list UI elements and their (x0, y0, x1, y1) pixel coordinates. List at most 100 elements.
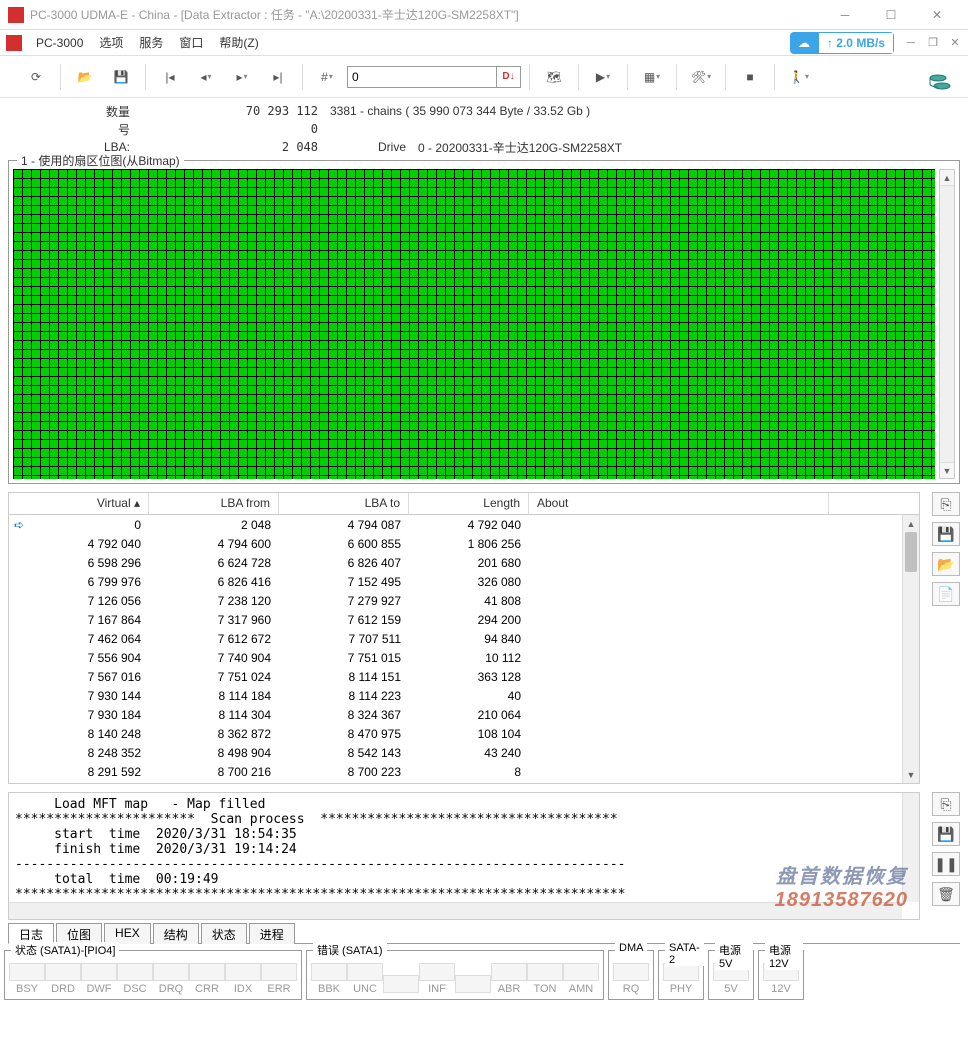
log-save-button[interactable]: 💾 (932, 822, 960, 846)
table-row[interactable]: 6 598 2966 624 7286 826 407201 680 (9, 553, 919, 572)
status-indicator (383, 975, 419, 995)
next-button[interactable]: ▸ (226, 61, 258, 93)
address-mode-button[interactable]: D↓ (497, 66, 521, 88)
table-row[interactable]: 7 930 1848 114 3048 324 367210 064 (9, 705, 919, 724)
address-input[interactable] (347, 66, 497, 88)
table-row[interactable]: 8 291 5928 700 2168 700 2238 (9, 762, 919, 781)
info-panel: 数量 70 293 112 3381 - chains ( 35 990 073… (0, 98, 968, 160)
log-trash-button[interactable]: 🗑 (932, 882, 960, 906)
table-cell: 4 794 600 (149, 537, 279, 551)
log-pause-button[interactable]: ❚❚ (932, 852, 960, 876)
maximize-button[interactable]: ☐ (868, 0, 914, 30)
status-group-title: 错误 (SATA1) (313, 942, 387, 958)
tools-button[interactable]: 🛠 (685, 61, 717, 93)
mdi-close-button[interactable]: ✕ (946, 34, 964, 52)
status-group-title: 电源 12V (765, 942, 803, 970)
bitmap-scrollbar[interactable]: ▲ ▼ (939, 169, 955, 479)
table-row[interactable]: 6 799 9766 826 4167 152 495326 080 (9, 572, 919, 591)
scroll-down-icon[interactable]: ▼ (903, 766, 919, 783)
mdi-restore-button[interactable]: ❐ (924, 34, 942, 52)
tab-1[interactable]: 位图 (56, 923, 102, 944)
tab-2[interactable]: HEX (104, 923, 151, 944)
grid-view-button[interactable]: ▦ (636, 61, 668, 93)
bitmap-grid[interactable] (13, 169, 935, 479)
column-header[interactable]: LBA to (279, 493, 409, 514)
status-indicator: CRR (189, 963, 225, 995)
first-button[interactable]: |◂ (154, 61, 186, 93)
column-header[interactable]: Virtual ▴ (9, 493, 149, 514)
tab-4[interactable]: 状态 (201, 923, 247, 944)
table-cell: 7 707 511 (279, 632, 409, 646)
save-button[interactable]: 💾 (105, 61, 137, 93)
table-row[interactable]: 8 140 2488 362 8728 470 975108 104 (9, 724, 919, 743)
table-row[interactable]: 8 248 3528 498 9048 542 14343 240 (9, 743, 919, 762)
tab-3[interactable]: 结构 (153, 923, 199, 944)
column-header[interactable]: Length (409, 493, 529, 514)
table-scrollbar[interactable]: ▲ ▼ (902, 515, 919, 783)
menu-window[interactable]: 窗口 (171, 30, 211, 55)
table-cell: 4 792 040 (409, 518, 529, 532)
table-row[interactable]: 7 567 0167 751 0248 114 151363 128 (9, 667, 919, 686)
table-cell: 1 806 256 (409, 537, 529, 551)
table-cell: 8 248 352 (29, 746, 149, 760)
chain-table: Virtual ▴LBA fromLBA toLengthAbout ➪02 0… (8, 492, 920, 784)
table-cell: 7 317 960 (149, 613, 279, 627)
table-cell: 8 542 143 (279, 746, 409, 760)
stop-button[interactable]: ■ (734, 61, 766, 93)
table-row[interactable]: 7 167 8647 317 9607 612 159294 200 (9, 610, 919, 629)
table-cell: 7 930 144 (29, 689, 149, 703)
table-row[interactable]: 7 126 0567 238 1207 279 92741 808 (9, 591, 919, 610)
open-button[interactable]: 📂 (69, 61, 101, 93)
log-copy-button[interactable]: ⎘ (932, 792, 960, 816)
last-button[interactable]: ▸| (262, 61, 294, 93)
table-cell: 8 324 367 (279, 708, 409, 722)
table-row[interactable]: 7 556 9047 740 9047 751 01510 112 (9, 648, 919, 667)
log-vscrollbar[interactable] (902, 793, 919, 902)
refresh-button[interactable]: ⟳ (20, 61, 52, 93)
status-indicator: ERR (261, 963, 297, 995)
status-indicator (455, 975, 491, 995)
log-hscrollbar[interactable] (9, 902, 902, 919)
table-cell: 7 930 184 (29, 708, 149, 722)
map-button[interactable]: 🗺 (538, 61, 570, 93)
scroll-down-icon[interactable]: ▼ (940, 462, 954, 478)
prev-button[interactable]: ◂ (190, 61, 222, 93)
table-open-button[interactable]: 📂 (932, 552, 960, 576)
tab-0[interactable]: 日志 (8, 923, 54, 944)
status-indicator: DRQ (153, 963, 189, 995)
table-cell: 41 808 (409, 594, 529, 608)
scroll-thumb[interactable] (905, 532, 917, 572)
minimize-button[interactable]: ─ (822, 0, 868, 30)
play-button[interactable]: ▶ (587, 61, 619, 93)
menu-app[interactable]: PC-3000 (28, 32, 91, 54)
table-row[interactable]: 7 930 1448 114 1848 114 22340 (9, 686, 919, 705)
disk-stack-icon[interactable] (924, 68, 956, 100)
num-label: 号 (60, 121, 130, 138)
close-button[interactable]: ✕ (914, 0, 960, 30)
table-cell: 0 (29, 518, 149, 532)
table-cell: 94 840 (409, 632, 529, 646)
table-save-button[interactable]: 💾 (932, 522, 960, 546)
table-cell: 8 291 592 (29, 765, 149, 779)
table-row[interactable]: 4 792 0404 794 6006 600 8551 806 256 (9, 534, 919, 553)
scroll-up-icon[interactable]: ▲ (940, 170, 954, 186)
status-indicator: IDX (225, 963, 261, 995)
menu-services[interactable]: 服务 (131, 30, 171, 55)
table-row[interactable]: 7 462 0647 612 6727 707 51194 840 (9, 629, 919, 648)
grid-mode-button[interactable]: # (311, 61, 343, 93)
table-cell: 7 238 120 (149, 594, 279, 608)
table-row[interactable]: ➪02 0484 794 0874 792 040 (9, 515, 919, 534)
table-doc-button[interactable]: 📄 (932, 582, 960, 606)
table-cell: 7 740 904 (149, 651, 279, 665)
scroll-up-icon[interactable]: ▲ (903, 515, 919, 532)
upload-speed-badge[interactable]: ☁ ↑ 2.0 MB/s (790, 32, 894, 54)
tab-5[interactable]: 进程 (249, 923, 295, 944)
menu-options[interactable]: 选项 (91, 30, 131, 55)
column-header[interactable]: About (529, 493, 829, 514)
table-action-1-button[interactable]: ⎘ (932, 492, 960, 516)
mdi-minimize-button[interactable]: ─ (902, 34, 920, 52)
table-cell: 8 (409, 765, 529, 779)
exit-button[interactable]: 🚶 (783, 61, 815, 93)
menu-help[interactable]: 帮助(Z) (211, 30, 266, 55)
column-header[interactable]: LBA from (149, 493, 279, 514)
